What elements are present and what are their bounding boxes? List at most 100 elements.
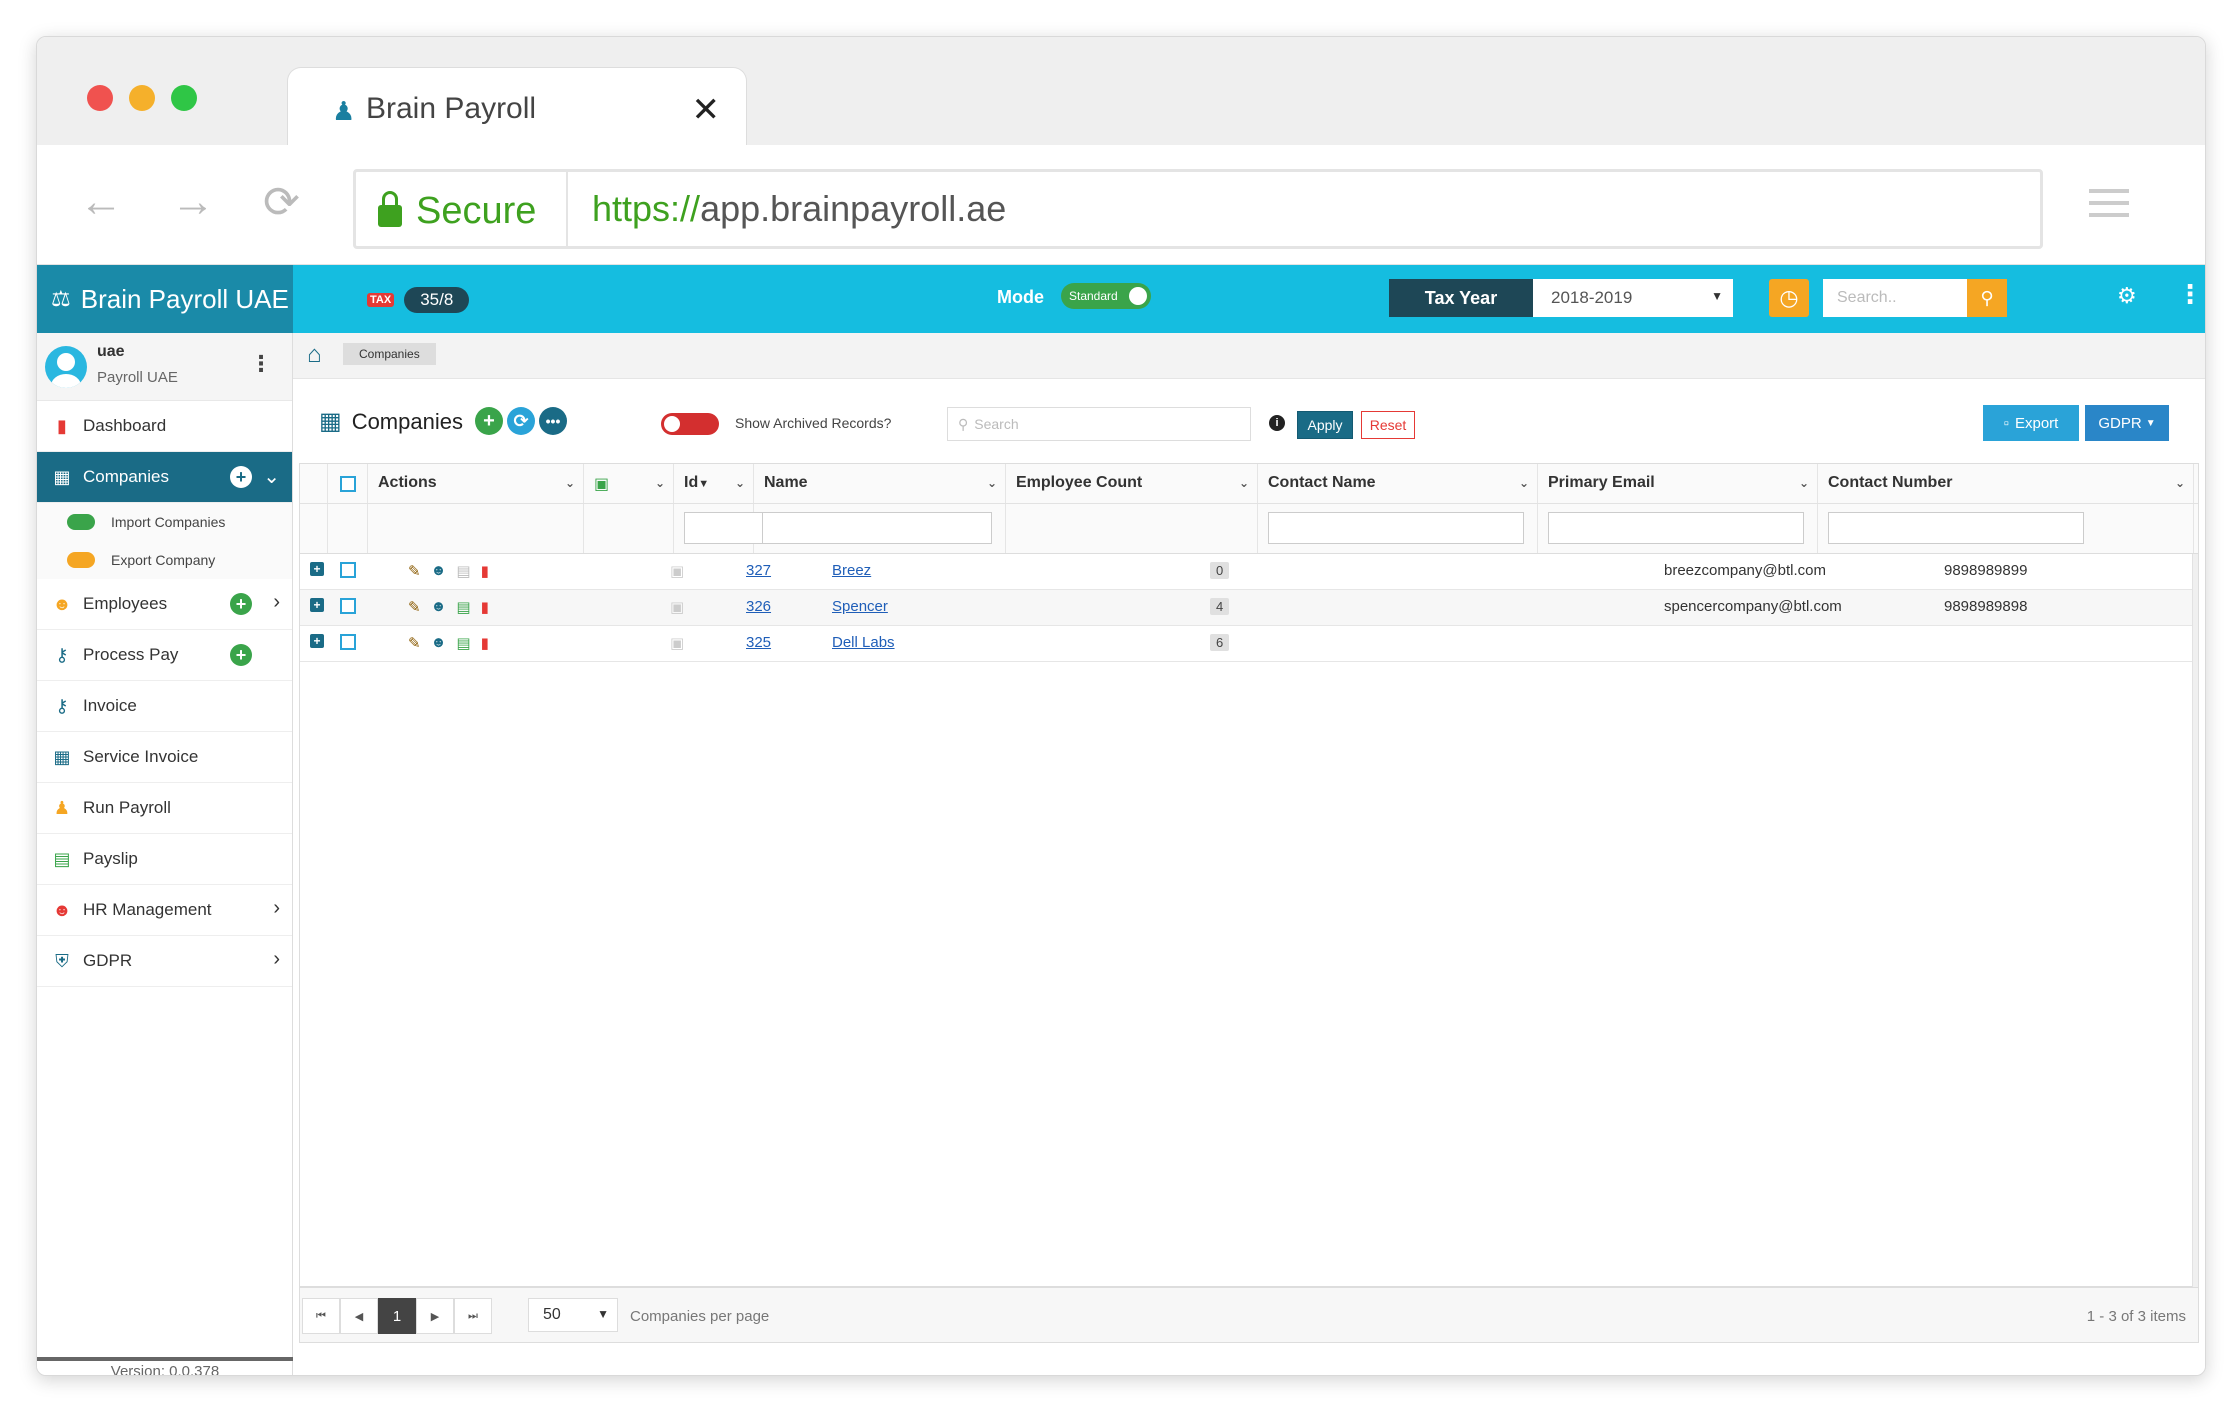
chevron-right-icon[interactable]: › [273,591,280,614]
column-header-status[interactable]: ▣ ⌄ [584,464,674,503]
chevron-right-icon[interactable]: › [273,897,280,920]
info-icon[interactable]: i [1269,415,1285,431]
clipboard-icon[interactable]: ▣ [670,598,684,616]
column-header-name[interactable]: Name ⌄ [754,464,1006,503]
brand-logo[interactable]: ⚖ Brain Payroll UAE [37,265,293,333]
grid-search-input[interactable]: ⚲ Search [947,407,1251,441]
add-process-pay-icon[interactable]: + [230,644,252,666]
column-header-contact-name[interactable]: Contact Name ⌄ [1258,464,1538,503]
more-vertical-icon[interactable]: ⋮ [2177,279,2203,310]
expand-row-icon[interactable]: + [310,598,324,612]
reset-button[interactable]: Reset [1361,411,1415,439]
chevron-down-icon[interactable]: ⌄ [1519,476,1529,490]
grid-scrollbar[interactable] [2192,554,2198,1288]
sidebar-item-payslip[interactable]: ▤ Payslip [37,834,292,885]
apply-button[interactable]: Apply [1297,411,1353,439]
sidebar-item-hr-management[interactable]: ☻ HR Management › [37,885,292,936]
filter-email-input[interactable] [1548,512,1804,544]
sidebar-item-employees[interactable]: ☻ Employees + › [37,579,292,630]
user-icon[interactable]: ☻ [431,598,447,616]
search-icon[interactable]: ⚲ [1967,279,2007,317]
delete-icon[interactable]: ▮ [481,634,489,652]
chevron-down-icon[interactable]: ⌄ [655,476,665,490]
delete-icon[interactable]: ▮ [481,562,489,580]
refresh-circle-icon[interactable]: ⟳ [507,407,535,435]
document-icon[interactable]: ▤ [456,562,470,580]
first-page-icon[interactable]: ⏮ [302,1298,340,1334]
column-header-primary-email[interactable]: Primary Email ⌄ [1538,464,1818,503]
more-circle-icon[interactable]: ••• [539,407,567,435]
company-name-link[interactable]: Dell Labs [832,634,895,651]
last-page-icon[interactable]: ⏭ [454,1298,492,1334]
sidebar-subitem-export-company[interactable]: Export Company [37,541,292,579]
chevron-down-icon[interactable]: ⌄ [987,476,997,490]
document-icon[interactable]: ▤ [456,598,470,616]
chevron-down-icon[interactable]: ⌄ [1799,476,1809,490]
table-row[interactable]: + ✎ ☻ ▤ ▮ ▣ 326 Spencer 4 spencercompany… [300,590,2198,626]
company-name-link[interactable]: Breez [832,562,871,579]
tax-year-select[interactable]: 2018-2019 ▼ [1533,279,1733,317]
company-id-link[interactable]: 326 [746,598,771,615]
sidebar-item-gdpr[interactable]: ⛨ GDPR › [37,936,292,987]
export-button[interactable]: ▫ Export [1983,405,2079,441]
sidebar-item-dashboard[interactable]: ▮ Dashboard [37,401,292,452]
row-checkbox[interactable] [340,562,356,578]
next-page-icon[interactable]: ▶ [416,1298,454,1334]
close-window-button[interactable] [87,85,113,111]
company-id-link[interactable]: 325 [746,634,771,651]
chevron-down-icon[interactable]: ⌄ [1239,476,1249,490]
column-header-contact-number[interactable]: Contact Number ⌄ [1818,464,2194,503]
chevron-down-icon[interactable]: ⌄ [565,476,575,490]
breadcrumb-current[interactable]: Companies [343,343,436,365]
sidebar-subitem-import-companies[interactable]: Import Companies [37,503,292,541]
expand-row-icon[interactable]: + [310,634,324,648]
edit-icon[interactable]: ✎ [408,562,421,580]
user-icon[interactable]: ☻ [431,634,447,652]
column-header-id[interactable]: Id▼ ⌄ [674,464,754,503]
browser-tab[interactable]: ♟ Brain Payroll ✕ [287,67,747,147]
archived-toggle[interactable] [661,413,719,435]
chevron-right-icon[interactable]: › [273,948,280,971]
add-circle-icon[interactable]: + [475,407,503,435]
filter-contact-number-input[interactable] [1828,512,2084,544]
browser-menu-icon[interactable] [2089,189,2129,225]
row-checkbox[interactable] [340,634,356,650]
company-name-link[interactable]: Spencer [832,598,888,615]
chevron-down-icon[interactable]: ⌄ [735,476,745,490]
filter-contact-name-input[interactable] [1268,512,1524,544]
select-all-checkbox[interactable] [340,476,356,492]
row-checkbox[interactable] [340,598,356,614]
sidebar-item-invoice[interactable]: ⚷ Invoice [37,681,292,732]
sidebar-item-companies[interactable]: ▦ Companies + ⌄ [37,452,292,503]
forward-arrow-icon[interactable]: → [171,177,215,227]
avatar[interactable] [45,345,87,388]
current-page-button[interactable]: 1 [378,1298,416,1334]
add-company-icon[interactable]: + [230,466,252,488]
tax-badge[interactable]: TAX 35/8 [367,287,470,313]
chevron-down-icon[interactable]: ⌄ [263,464,280,489]
mode-toggle[interactable]: Standard [1061,283,1151,309]
table-row[interactable]: + ✎ ☻ ▤ ▮ ▣ 325 Dell Labs 6 [300,626,2198,662]
clipboard-icon[interactable]: ▣ [670,562,684,580]
column-header-employee-count[interactable]: Employee Count ⌄ [1006,464,1258,503]
home-icon[interactable]: ⌂ [307,341,322,369]
url-input[interactable]: Secure https://app.brainpayroll.ae [353,169,2043,249]
gdpr-dropdown-button[interactable]: GDPR ▼ [2085,405,2169,441]
edit-icon[interactable]: ✎ [408,634,421,652]
back-arrow-icon[interactable]: ← [79,177,123,227]
company-id-link[interactable]: 327 [746,562,771,579]
user-menu-icon[interactable]: ⋮ [250,351,272,377]
maximize-window-button[interactable] [171,85,197,111]
add-employee-icon[interactable]: + [230,593,252,615]
clipboard-icon[interactable]: ▣ [670,634,684,652]
sidebar-item-process-pay[interactable]: ⚷ Process Pay + [37,630,292,681]
prev-page-icon[interactable]: ◀ [340,1298,378,1334]
clock-icon[interactable]: ◷ [1769,279,1809,317]
sidebar-item-service-invoice[interactable]: ▦ Service Invoice [37,732,292,783]
document-icon[interactable]: ▤ [456,634,470,652]
edit-icon[interactable]: ✎ [408,598,421,616]
filter-name-input[interactable] [762,512,992,544]
reload-icon[interactable]: ⟳ [263,177,300,228]
settings-icon[interactable]: ⚙ [2117,283,2137,309]
delete-icon[interactable]: ▮ [481,598,489,616]
